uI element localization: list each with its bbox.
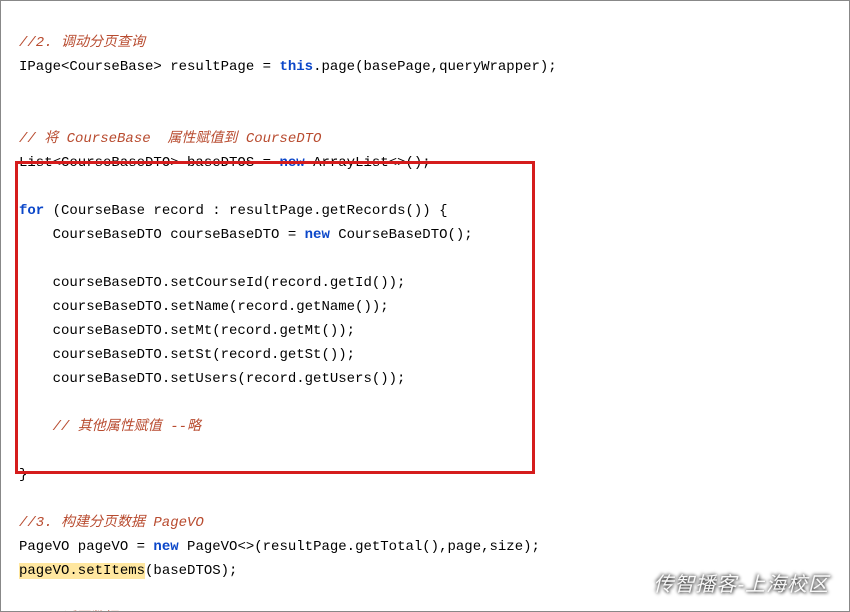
code-text: .page(basePage,queryWrapper); xyxy=(313,59,557,75)
keyword-new: new xyxy=(153,539,178,555)
comment-line: //2. 调动分页查询 xyxy=(19,35,145,51)
code-text: PageVO<>(resultPage.getTotal(),page,size… xyxy=(179,539,540,555)
comment-line: // 将 CourseBase 属性赋值到 CourseDTO xyxy=(19,131,321,147)
code-text: (baseDTOS); xyxy=(145,563,237,579)
code-text: PageVO pageVO = xyxy=(19,539,153,555)
comment-line: //3. 构建分页数据 PageVO xyxy=(19,515,204,531)
highlight-box xyxy=(15,161,535,474)
highlighted-text: pageVO.setItems xyxy=(19,563,145,579)
code-snippet-frame: //2. 调动分页查询 IPage<CourseBase> resultPage… xyxy=(0,0,850,612)
watermark-text: 传智播客-上海校区 xyxy=(653,573,829,597)
keyword-this: this xyxy=(279,59,313,75)
code-text: IPage<CourseBase> resultPage = xyxy=(19,59,279,75)
